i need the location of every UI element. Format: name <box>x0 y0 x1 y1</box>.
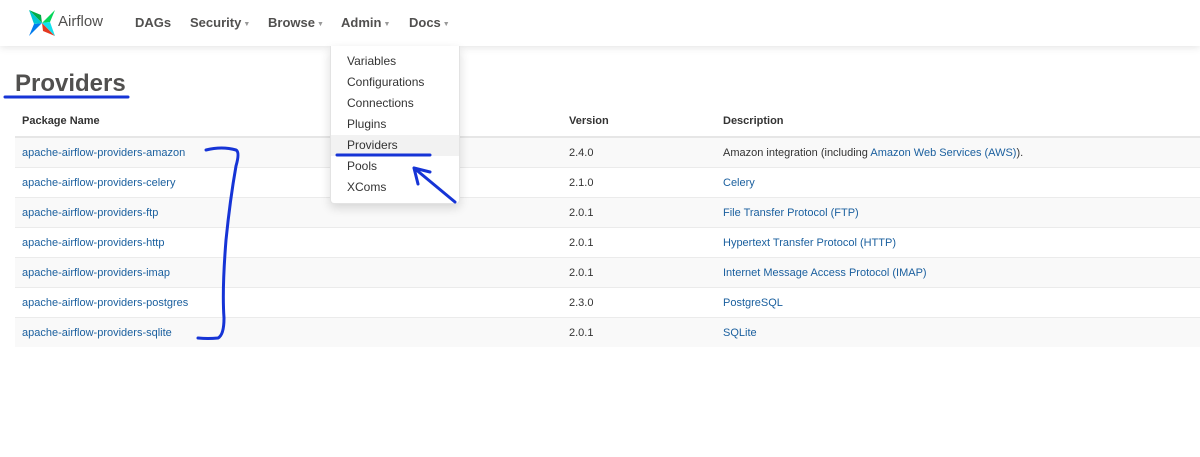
description-link[interactable]: Celery <box>723 177 755 189</box>
menu-item-plugins[interactable]: Plugins <box>331 114 459 135</box>
chevron-down-icon: ▼ <box>442 21 450 28</box>
version-value: 2.0.1 <box>569 266 594 279</box>
description-text: ). <box>1016 146 1024 159</box>
version-value: 2.0.1 <box>569 326 594 339</box>
package-link[interactable]: apache-airflow-providers-amazon <box>22 147 185 159</box>
package-link[interactable]: apache-airflow-providers-postgres <box>22 297 188 309</box>
nav-dags-label: DAGs <box>135 15 172 30</box>
page-title: Providers <box>15 70 126 97</box>
table-header-row: Package Name Version Description <box>15 106 1200 138</box>
chevron-down-icon: ▼ <box>243 21 251 28</box>
nav-docs-label: Docs <box>409 15 441 30</box>
nav-browse-label: Browse <box>268 15 315 30</box>
nav-admin-label: Admin <box>341 15 382 30</box>
airflow-pinwheel-icon <box>29 10 55 36</box>
table-row: apache-airflow-providers-sqlite 2.0.1 SQ… <box>15 317 1200 347</box>
package-link[interactable]: apache-airflow-providers-http <box>22 237 164 249</box>
nav-browse[interactable]: Browse ▼ <box>268 15 324 30</box>
header-description[interactable]: Description <box>716 106 1200 138</box>
chevron-down-icon: ▼ <box>383 21 391 28</box>
description-link[interactable]: Hypertext Transfer Protocol (HTTP) <box>723 237 896 249</box>
description-link[interactable]: File Transfer Protocol (FTP) <box>723 207 859 219</box>
nav-security[interactable]: Security ▼ <box>190 15 250 30</box>
description-text: Amazon integration (including <box>723 146 871 159</box>
description-link[interactable]: Internet Message Access Protocol (IMAP) <box>723 267 927 279</box>
table-row: apache-airflow-providers-ftp 2.0.1 File … <box>15 197 1200 228</box>
admin-dropdown-menu: Variables Configurations Connections Plu… <box>330 46 460 204</box>
table-row: apache-airflow-providers-amazon 2.4.0 Am… <box>15 136 1200 168</box>
nav-security-label: Security <box>190 15 242 30</box>
nav-docs[interactable]: Docs ▼ <box>409 15 450 30</box>
header-package-name[interactable]: Package Name <box>15 106 562 138</box>
brand-name: Airflow <box>58 13 104 30</box>
version-value: 2.0.1 <box>569 236 594 249</box>
table-row: apache-airflow-providers-imap 2.0.1 Inte… <box>15 257 1200 288</box>
version-value: 2.1.0 <box>569 176 594 189</box>
menu-item-pools[interactable]: Pools <box>331 156 459 177</box>
package-link[interactable]: apache-airflow-providers-celery <box>22 177 175 189</box>
description-link[interactable]: SQLite <box>723 327 757 339</box>
menu-item-connections[interactable]: Connections <box>331 93 459 114</box>
menu-item-xcoms[interactable]: XComs <box>331 177 459 198</box>
description-link[interactable]: Amazon Web Services (AWS) <box>870 147 1016 159</box>
providers-table: Package Name Version Description apache-… <box>15 106 1200 347</box>
menu-item-providers[interactable]: Providers <box>331 135 459 156</box>
package-link[interactable]: apache-airflow-providers-imap <box>22 267 170 279</box>
version-value: 2.3.0 <box>569 296 594 309</box>
table-row: apache-airflow-providers-postgres 2.3.0 … <box>15 287 1200 318</box>
nav-admin[interactable]: Admin ▼ <box>341 15 390 30</box>
package-link[interactable]: apache-airflow-providers-sqlite <box>22 327 172 339</box>
menu-item-configurations[interactable]: Configurations <box>331 72 459 93</box>
menu-item-variables[interactable]: Variables <box>331 51 459 72</box>
brand-home-link[interactable]: Airflow <box>26 5 103 41</box>
chevron-down-icon: ▼ <box>316 21 324 28</box>
table-row: apache-airflow-providers-celery 2.1.0 Ce… <box>15 167 1200 198</box>
nav-dags[interactable]: DAGs <box>135 15 171 30</box>
version-value: 2.0.1 <box>569 206 594 219</box>
table-row: apache-airflow-providers-http 2.0.1 Hype… <box>15 227 1200 258</box>
top-navbar: Airflow DAGs Security ▼ Browse ▼ Admin ▼ Do… <box>0 0 1200 46</box>
version-value: 2.4.0 <box>569 146 594 159</box>
package-link[interactable]: apache-airflow-providers-ftp <box>22 207 158 219</box>
description-link[interactable]: PostgreSQL <box>723 297 783 309</box>
header-version[interactable]: Version <box>562 106 716 138</box>
